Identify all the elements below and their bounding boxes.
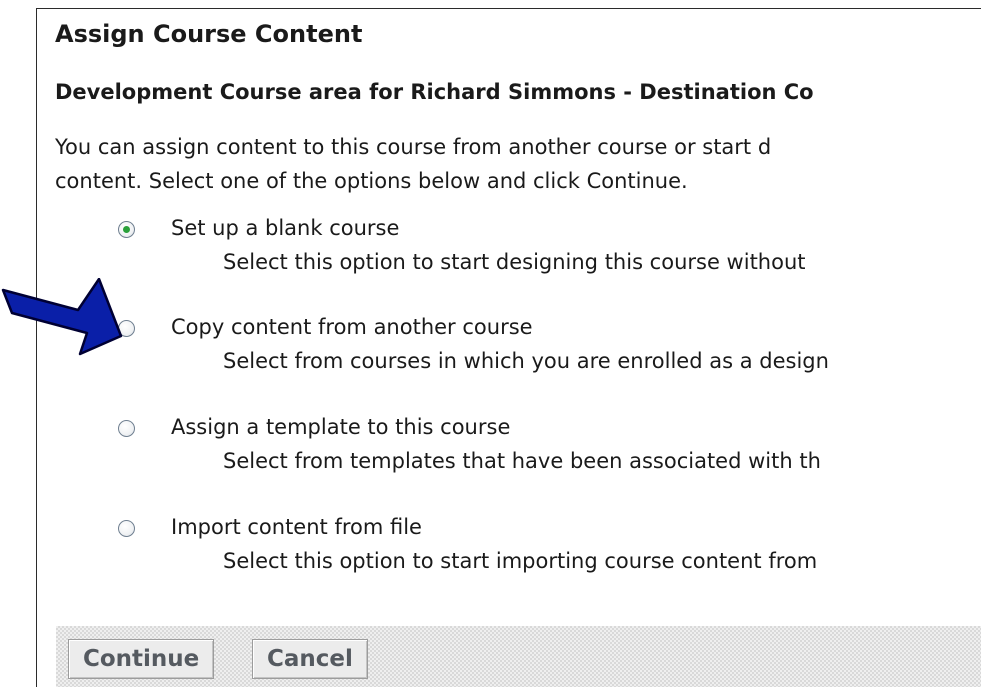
cancel-button[interactable]: Cancel <box>252 639 368 679</box>
option-blank-course-label[interactable]: Set up a blank course <box>171 213 399 243</box>
option-blank-course[interactable]: Set up a blank course Select this option… <box>118 213 981 283</box>
instructions-line-2: content. Select one of the options below… <box>55 169 688 193</box>
continue-button[interactable]: Continue <box>68 639 215 679</box>
option-import-file[interactable]: Import content from file Select this opt… <box>118 512 981 582</box>
radio-import-file[interactable] <box>118 520 135 537</box>
option-assign-template[interactable]: Assign a template to this course Select … <box>118 412 981 482</box>
option-copy-content-label[interactable]: Copy content from another course <box>171 312 533 342</box>
radio-assign-template[interactable] <box>118 420 135 437</box>
option-copy-content[interactable]: Copy content from another course Select … <box>118 312 981 382</box>
option-import-file-description: Select this option to start importing co… <box>223 549 818 573</box>
instructions-text: You can assign content to this course fr… <box>55 130 771 198</box>
option-copy-content-description: Select from courses in which you are enr… <box>223 349 829 373</box>
radio-blank-course[interactable] <box>118 221 135 238</box>
page-title: Assign Course Content <box>55 20 363 48</box>
arrow-pointer-icon <box>1 278 123 356</box>
option-blank-course-description: Select this option to start designing th… <box>223 250 806 274</box>
option-import-file-label[interactable]: Import content from file <box>171 512 422 542</box>
option-assign-template-description: Select from templates that have been ass… <box>223 449 821 473</box>
course-area-heading: Development Course area for Richard Simm… <box>55 80 814 104</box>
button-bar: Continue Cancel <box>56 626 981 687</box>
instructions-line-1: You can assign content to this course fr… <box>55 135 772 159</box>
page: Assign Course Content Development Course… <box>0 0 981 687</box>
option-assign-template-label[interactable]: Assign a template to this course <box>171 412 510 442</box>
